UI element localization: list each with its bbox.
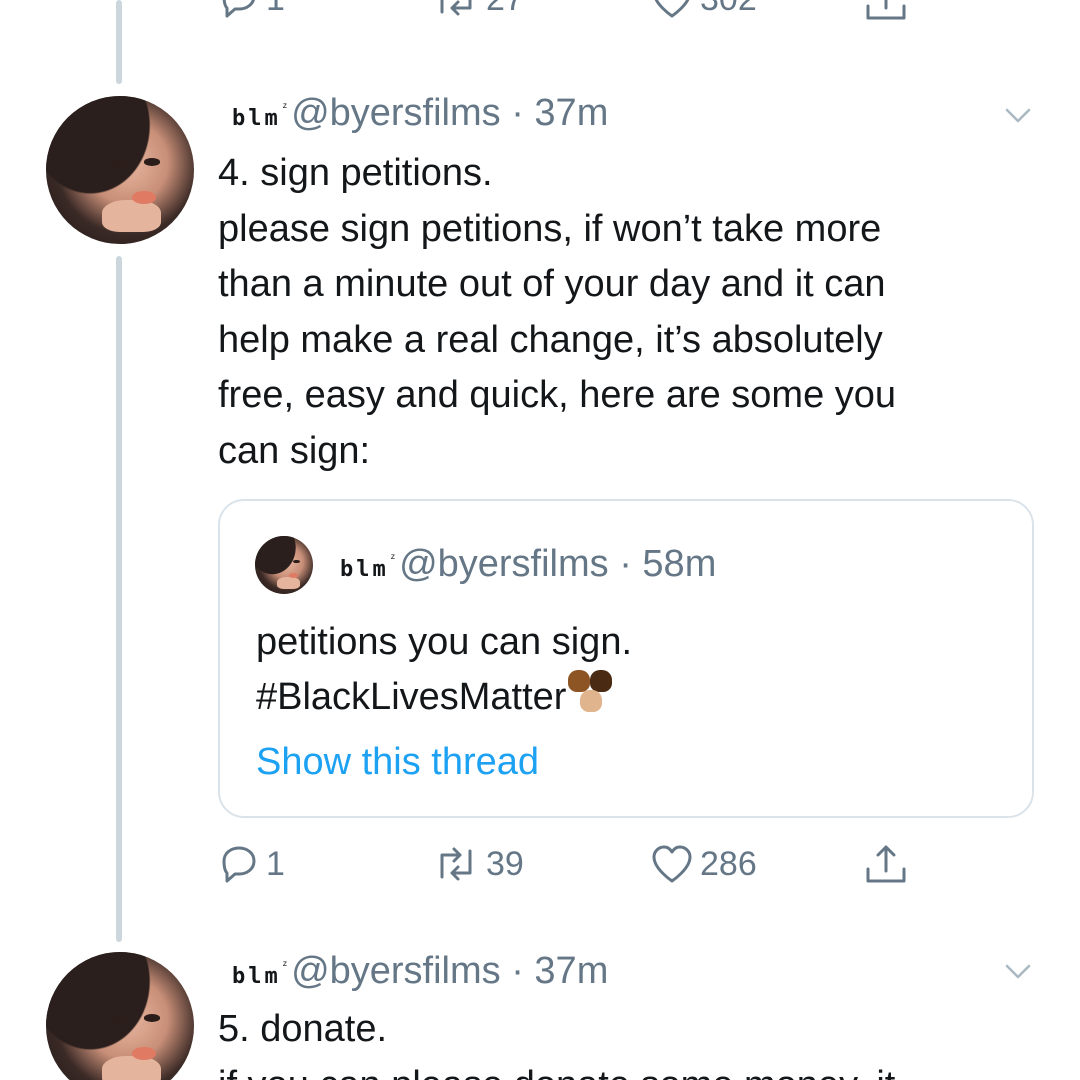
avatar[interactable] (46, 952, 194, 1080)
tweet-line: than a minute out of your day and it can (218, 263, 886, 306)
raised-fist-emoji-icon (568, 670, 620, 718)
share-button[interactable] (862, 841, 910, 889)
tweet-line: help make a real change, it’s absolutely (218, 318, 883, 361)
quoted-display-name: blm (340, 557, 389, 582)
previous-tweet-actions: 1 27 302 (0, 0, 1080, 28)
tweet-line: 5. donate. (218, 1008, 388, 1050)
handle-and-time[interactable]: @byersfilms · 37m (291, 92, 608, 135)
reply-icon (222, 846, 256, 883)
reply-icon (222, 0, 255, 18)
show-thread-link[interactable]: Show this thread (256, 741, 539, 784)
chevron-down-icon[interactable] (1005, 964, 1031, 980)
tweet-header: blm ᶻ @byersfilms · 37m (232, 950, 608, 993)
retweet-button[interactable]: 39 (432, 843, 524, 885)
handle-and-time[interactable]: @byersfilms · 37m (291, 950, 608, 993)
display-name[interactable]: blm (232, 106, 281, 131)
quoted-tweet-line-hashtag: #BlackLivesMatter (256, 670, 620, 725)
heart-icon (652, 845, 692, 883)
retweet-button[interactable]: 27 (432, 0, 524, 20)
like-button[interactable]: 302 (650, 0, 757, 20)
retweet-icon (440, 847, 472, 881)
quoted-avatar (255, 536, 313, 594)
tweet-body: 4. sign petitions. please sign petitions… (218, 146, 896, 480)
share-button[interactable] (862, 0, 910, 26)
quoted-display-name-emoji: ᶻ (390, 551, 396, 565)
retweet-count: 27 (486, 0, 524, 19)
tweet-header: blm ᶻ @byersfilms · 37m (232, 92, 608, 135)
like-button[interactable]: 286 (650, 843, 757, 885)
quoted-tweet-header: blm ᶻ @byersfilms · 58m (340, 543, 716, 586)
avatar[interactable] (46, 96, 194, 244)
retweet-icon (440, 0, 472, 16)
reply-count: 1 (266, 844, 285, 883)
chevron-down-icon[interactable] (1005, 108, 1031, 124)
quoted-tweet-line: petitions you can sign. (256, 621, 633, 663)
tweet-line-partial: if you can please donate some money, it (218, 1058, 895, 1080)
tweet-line: please sign petitions, if won’t take mor… (218, 207, 882, 250)
retweet-count: 39 (486, 844, 524, 883)
share-icon (866, 0, 906, 20)
share-icon (866, 845, 906, 883)
thread-line-middle (116, 256, 122, 942)
reply-count: 1 (266, 0, 285, 19)
display-name-emoji: ᶻ (282, 100, 288, 114)
reply-button[interactable]: 1 (218, 0, 285, 20)
display-name-emoji: ᶻ (282, 958, 288, 972)
display-name[interactable]: blm (232, 964, 281, 989)
hashtag-link[interactable]: #BlackLivesMatter (256, 676, 566, 718)
tweet-actions: 1 39 286 (0, 843, 1080, 893)
heart-icon (654, 0, 690, 18)
reply-button[interactable]: 1 (218, 843, 285, 885)
like-count: 286 (700, 844, 757, 883)
tweet-body: 5. donate. if you can please donate some… (218, 1002, 895, 1080)
tweet-line: 4. sign petitions. (218, 152, 493, 194)
like-count: 302 (700, 0, 757, 19)
tweet-line: can sign: (218, 429, 371, 472)
quoted-handle-and-time: @byersfilms · 58m (399, 543, 717, 585)
tweet-line: free, easy and quick, here are some you (218, 374, 897, 417)
